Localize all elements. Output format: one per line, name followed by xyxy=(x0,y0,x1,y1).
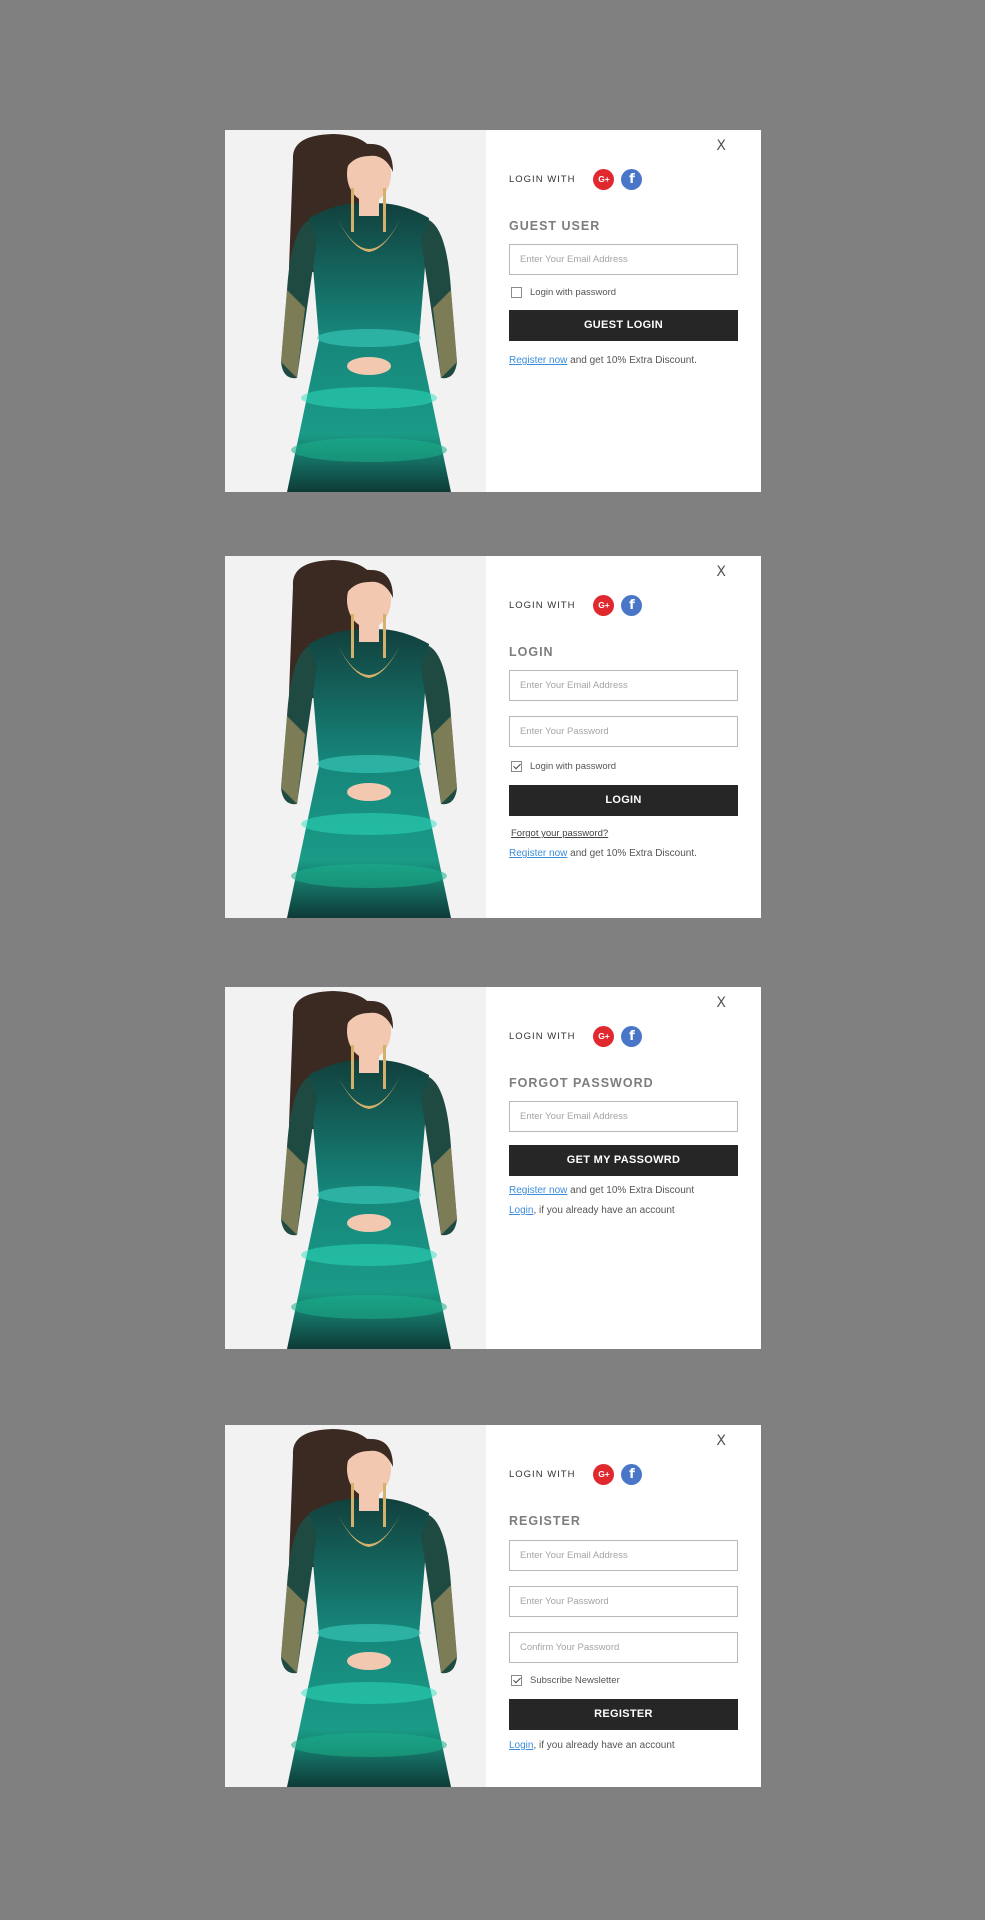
login-suffix: , if you already have an account xyxy=(533,1205,675,1216)
model-photo xyxy=(225,1425,486,1787)
form-heading: GUEST USER xyxy=(509,219,601,233)
forgot-password-modal: X LOGIN WITH G+ f FORGOT PASSWORD GET MY… xyxy=(225,987,761,1349)
checkbox-label: Subscribe Newsletter xyxy=(530,1675,620,1686)
email-field[interactable] xyxy=(509,670,738,701)
checkbox-box[interactable] xyxy=(511,287,522,298)
google-plus-icon[interactable]: G+ xyxy=(593,1463,615,1485)
subscribe-newsletter-checkbox[interactable]: Subscribe Newsletter xyxy=(511,1675,620,1686)
google-plus-icon[interactable]: G+ xyxy=(593,168,615,190)
form-heading: REGISTER xyxy=(509,1514,581,1528)
login-prompt-text: Login, if you already have an account xyxy=(509,1205,675,1216)
login-with-password-checkbox[interactable]: Login with password xyxy=(511,761,616,772)
login-link[interactable]: Login xyxy=(509,1740,533,1751)
register-now-link[interactable]: Register now xyxy=(509,848,567,859)
forgot-form-panel: X LOGIN WITH G+ f FORGOT PASSWORD GET MY… xyxy=(509,987,739,1349)
checkbox-label: Login with password xyxy=(530,287,617,298)
email-field[interactable] xyxy=(509,1101,738,1132)
login-with-label: LOGIN WITH xyxy=(509,1030,576,1042)
get-password-button[interactable]: GET MY PASSOWRD xyxy=(509,1145,738,1176)
login-prompt-text: Login, if you already have an account xyxy=(509,1740,675,1751)
google-plus-icon[interactable]: G+ xyxy=(593,594,615,616)
register-suffix: and get 10% Extra Discount xyxy=(567,1185,695,1196)
register-button[interactable]: REGISTER xyxy=(509,1699,738,1730)
form-heading: LOGIN xyxy=(509,645,554,659)
register-now-link[interactable]: Register now xyxy=(509,1185,567,1196)
register-promo-text: Register now and get 10% Extra Discount. xyxy=(509,848,697,859)
register-form-panel: X LOGIN WITH G+ f REGISTER Subscribe New… xyxy=(509,1425,739,1787)
social-login-row: LOGIN WITH G+ f xyxy=(509,1463,649,1485)
register-promo-text: Register now and get 10% Extra Discount. xyxy=(509,355,697,366)
email-field[interactable] xyxy=(509,244,738,275)
social-login-row: LOGIN WITH G+ f xyxy=(509,594,649,616)
model-photo xyxy=(225,130,486,492)
login-modal: X LOGIN WITH G+ f LOGIN Login with passw… xyxy=(225,556,761,918)
close-icon[interactable]: X xyxy=(716,138,726,154)
form-heading: FORGOT PASSWORD xyxy=(509,1076,654,1090)
social-login-row: LOGIN WITH G+ f xyxy=(509,168,649,190)
model-photo xyxy=(225,556,486,918)
close-icon[interactable]: X xyxy=(716,995,726,1011)
login-suffix: , if you already have an account xyxy=(533,1740,675,1751)
guest-login-button[interactable]: GUEST LOGIN xyxy=(509,310,738,341)
checkbox-box[interactable] xyxy=(511,1675,522,1686)
login-with-password-checkbox[interactable]: Login with password xyxy=(511,287,616,298)
social-login-row: LOGIN WITH G+ f xyxy=(509,1025,649,1047)
close-icon[interactable]: X xyxy=(716,564,726,580)
register-suffix: and get 10% Extra Discount. xyxy=(567,355,697,366)
register-suffix: and get 10% Extra Discount. xyxy=(567,848,697,859)
password-field[interactable] xyxy=(509,716,738,747)
password-field[interactable] xyxy=(509,1586,738,1617)
login-with-label: LOGIN WITH xyxy=(509,1468,576,1480)
register-promo-text: Register now and get 10% Extra Discount xyxy=(509,1185,694,1196)
facebook-icon[interactable]: f xyxy=(621,1463,643,1485)
register-now-link[interactable]: Register now xyxy=(509,355,567,366)
close-icon[interactable]: X xyxy=(716,1433,726,1449)
login-link[interactable]: Login xyxy=(509,1205,533,1216)
login-with-label: LOGIN WITH xyxy=(509,173,576,185)
model-photo xyxy=(225,987,486,1349)
login-with-label: LOGIN WITH xyxy=(509,599,576,611)
register-modal: X LOGIN WITH G+ f REGISTER Subscribe New… xyxy=(225,1425,761,1787)
guest-login-modal: X LOGIN WITH G+ f GUEST USER Login with … xyxy=(225,130,761,492)
forgot-password-link[interactable]: Forgot your password? xyxy=(511,828,608,839)
guest-form-panel: X LOGIN WITH G+ f GUEST USER Login with … xyxy=(509,130,739,492)
login-button[interactable]: LOGIN xyxy=(509,785,738,816)
facebook-icon[interactable]: f xyxy=(621,1025,643,1047)
google-plus-icon[interactable]: G+ xyxy=(593,1025,615,1047)
email-field[interactable] xyxy=(509,1540,738,1571)
facebook-icon[interactable]: f xyxy=(621,168,643,190)
login-form-panel: X LOGIN WITH G+ f LOGIN Login with passw… xyxy=(509,556,739,918)
checkbox-label: Login with password xyxy=(530,761,617,772)
checkbox-box[interactable] xyxy=(511,761,522,772)
facebook-icon[interactable]: f xyxy=(621,594,643,616)
confirm-password-field[interactable] xyxy=(509,1632,738,1663)
